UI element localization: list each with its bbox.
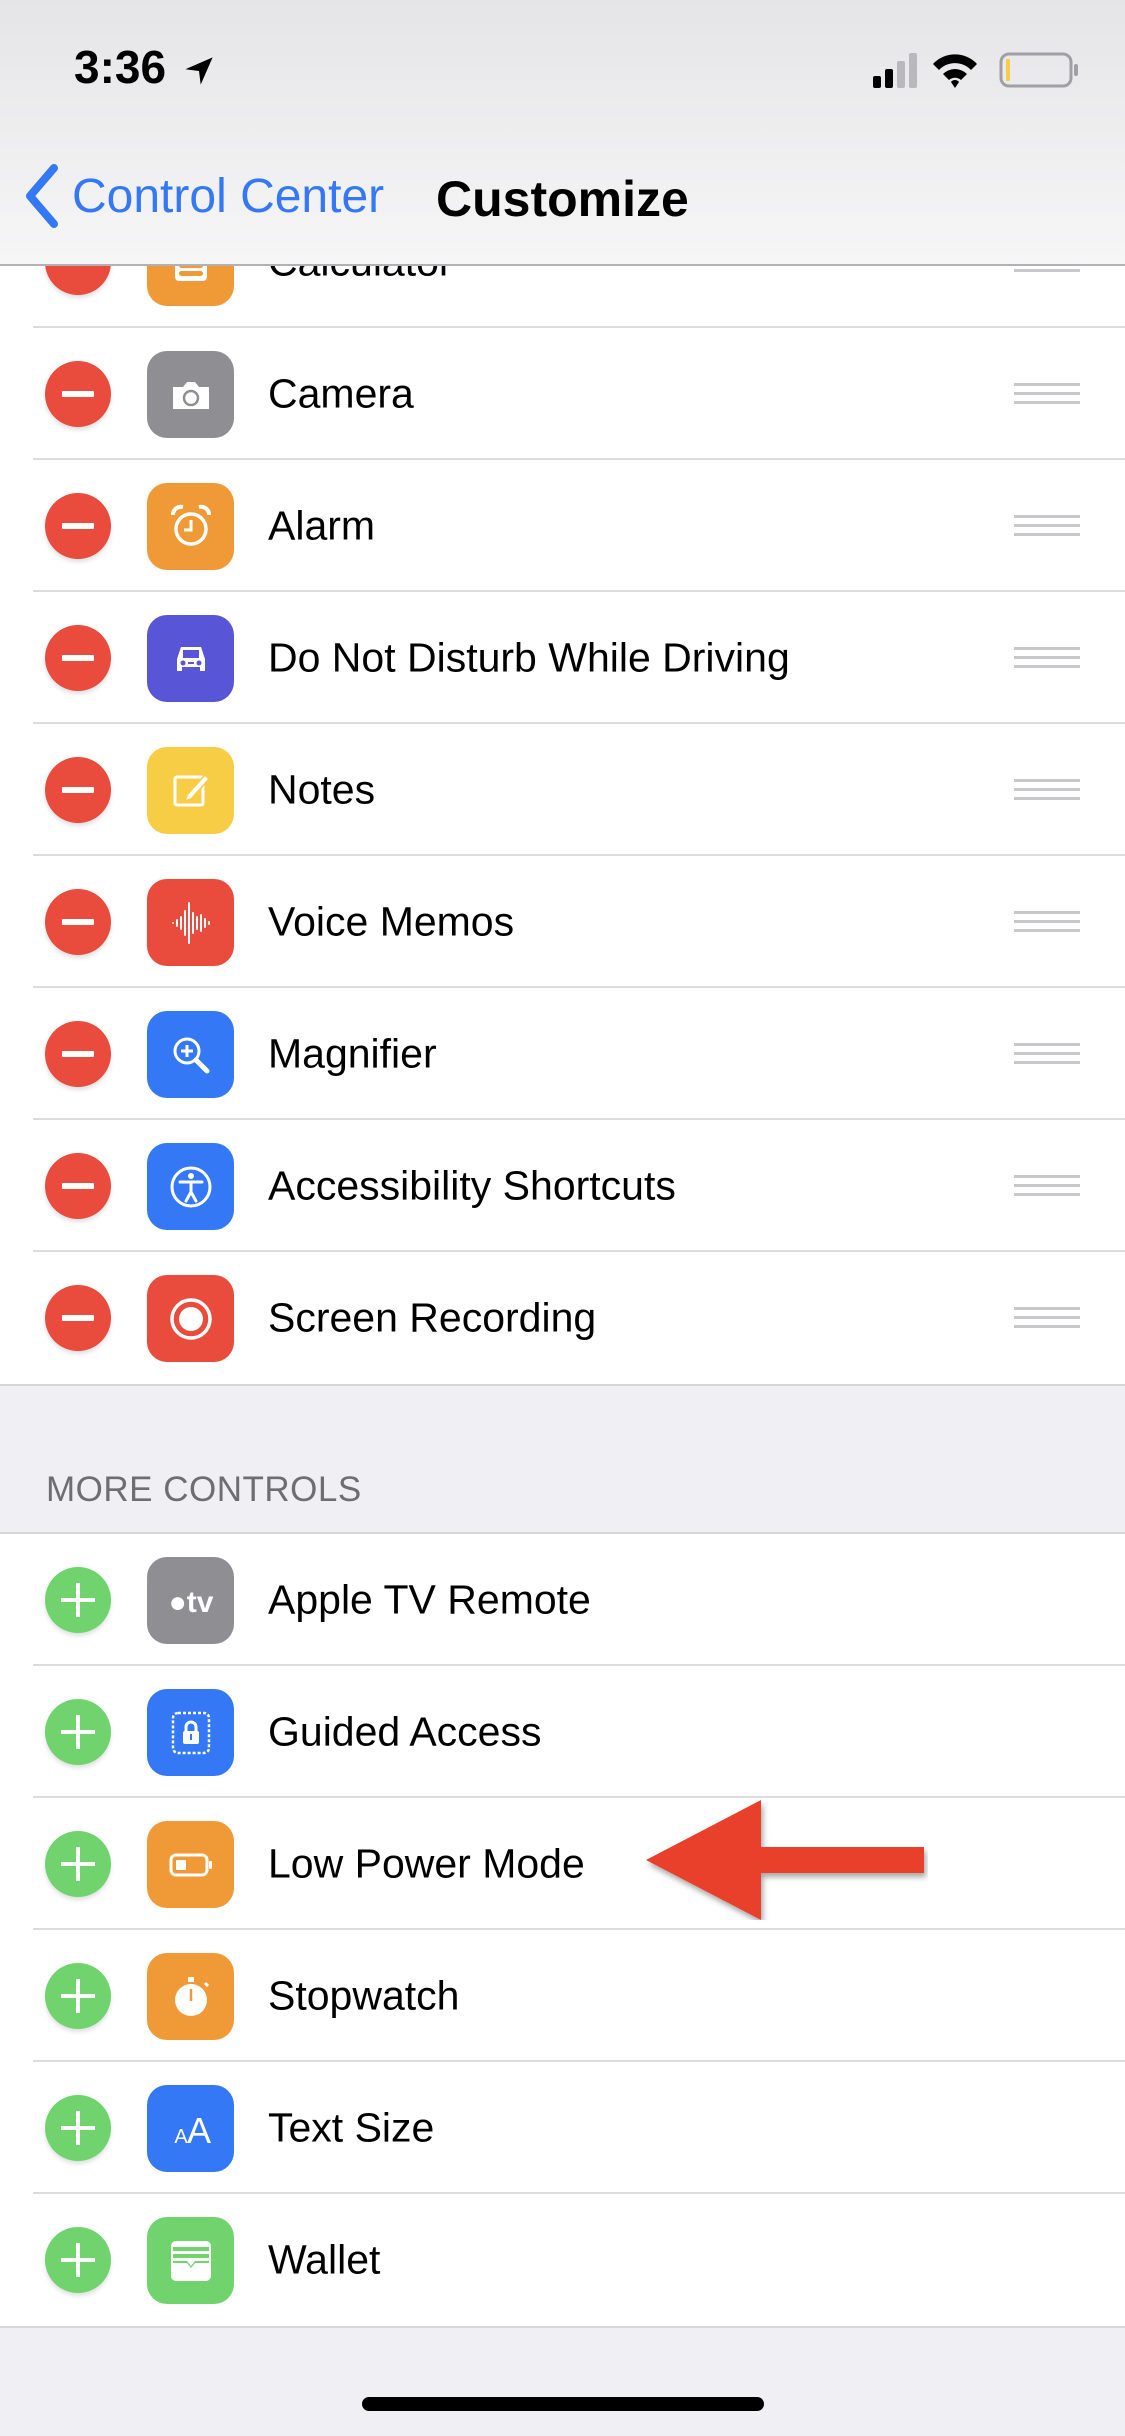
control-label: Accessibility Shortcuts bbox=[268, 1162, 676, 1209]
add-control-button[interactable] bbox=[45, 1831, 111, 1897]
home-indicator[interactable] bbox=[362, 2397, 764, 2411]
control-row: Accessibility Shortcuts bbox=[0, 1120, 1125, 1252]
remove-control-button[interactable] bbox=[45, 1021, 111, 1087]
control-label: Do Not Disturb While Driving bbox=[268, 634, 790, 681]
reorder-handle[interactable] bbox=[1014, 515, 1080, 537]
remove-control-button[interactable] bbox=[45, 757, 111, 823]
reorder-handle[interactable] bbox=[1014, 1307, 1080, 1329]
page-title: Customize bbox=[436, 171, 689, 227]
add-control-button[interactable] bbox=[45, 1963, 111, 2029]
control-label: Notes bbox=[268, 766, 376, 813]
reorder-handle[interactable] bbox=[1014, 647, 1080, 669]
reorder-handle[interactable] bbox=[1014, 1175, 1080, 1197]
control-row: Notes bbox=[0, 724, 1125, 856]
svg-text:A: A bbox=[186, 2110, 210, 2151]
control-row: ●tv Apple TV Remote bbox=[0, 1534, 1125, 1666]
add-control-button[interactable] bbox=[45, 2095, 111, 2161]
remove-control-button[interactable] bbox=[45, 889, 111, 955]
reorder-handle[interactable] bbox=[1014, 1043, 1080, 1065]
remove-control-button[interactable] bbox=[45, 625, 111, 691]
svg-text:●tv: ●tv bbox=[168, 1586, 213, 1619]
section-header-more-controls: MORE CONTROLS bbox=[46, 1470, 362, 1509]
more-controls-list: ●tv Apple TV Remote Guided Access Low Power… bbox=[0, 1532, 1125, 2328]
remove-control-button[interactable] bbox=[45, 1153, 111, 1219]
wifi-icon bbox=[933, 54, 977, 88]
remove-control-button[interactable] bbox=[45, 1285, 111, 1351]
control-label: Text Size bbox=[268, 2104, 435, 2151]
control-row: Do Not Disturb While Driving bbox=[0, 592, 1125, 724]
add-control-button[interactable] bbox=[45, 1567, 111, 1633]
location-arrow-icon bbox=[185, 57, 213, 85]
stopwatch-icon bbox=[147, 1953, 234, 2040]
control-label: Screen Recording bbox=[268, 1294, 597, 1341]
control-label: Magnifier bbox=[268, 1030, 437, 1077]
magnifier-icon bbox=[147, 1011, 234, 1098]
guided-access-lock-icon bbox=[147, 1689, 234, 1776]
car-icon bbox=[147, 615, 234, 702]
back-button[interactable]: Control Center bbox=[22, 164, 384, 228]
navigation-bar: 3:36 Control Center Customize bbox=[0, 0, 1125, 266]
add-control-button[interactable] bbox=[45, 1699, 111, 1765]
chevron-left-icon bbox=[26, 164, 58, 228]
remove-control-button[interactable] bbox=[45, 361, 111, 427]
control-row: Alarm bbox=[0, 460, 1125, 592]
reorder-handle[interactable] bbox=[1014, 383, 1080, 405]
reorder-handle[interactable] bbox=[1014, 779, 1080, 801]
accessibility-icon bbox=[147, 1143, 234, 1230]
add-control-button[interactable] bbox=[45, 2227, 111, 2293]
camera-icon bbox=[147, 351, 234, 438]
alarm-clock-icon bbox=[147, 483, 234, 570]
annotation-arrow bbox=[646, 1800, 924, 1920]
low-battery-icon bbox=[147, 1821, 234, 1908]
control-row: Wallet bbox=[0, 2194, 1125, 2326]
control-row: Guided Access bbox=[0, 1666, 1125, 1798]
control-label: Voice Memos bbox=[268, 898, 515, 945]
control-label: Low Power Mode bbox=[268, 1840, 585, 1887]
notes-icon bbox=[147, 747, 234, 834]
control-row: A A Text Size bbox=[0, 2062, 1125, 2194]
wallet-icon bbox=[147, 2217, 234, 2304]
control-row: Screen Recording bbox=[0, 1252, 1125, 1384]
battery-icon bbox=[999, 52, 1078, 88]
control-row: Camera bbox=[0, 328, 1125, 460]
status-icons bbox=[873, 52, 1078, 88]
waveform-icon bbox=[147, 879, 234, 966]
control-label: Stopwatch bbox=[268, 1972, 460, 2019]
cellular-signal-icon bbox=[873, 53, 917, 88]
control-label: Camera bbox=[268, 370, 414, 417]
control-row: Low Power Mode bbox=[0, 1798, 1125, 1930]
control-label: Alarm bbox=[268, 502, 376, 549]
control-row: Stopwatch bbox=[0, 1930, 1125, 2062]
apple-tv-icon: ●tv bbox=[147, 1557, 234, 1644]
status-time: 3:36 bbox=[74, 41, 167, 93]
control-row: Voice Memos bbox=[0, 856, 1125, 988]
included-controls-list: CalculatorCameraAlarmDo Not Disturb Whil… bbox=[0, 196, 1125, 1386]
back-label: Control Center bbox=[72, 169, 385, 223]
control-label: Apple TV Remote bbox=[268, 1576, 591, 1623]
record-icon bbox=[147, 1275, 234, 1362]
control-label: Guided Access bbox=[268, 1708, 542, 1755]
control-label: Wallet bbox=[268, 2236, 381, 2283]
remove-control-button[interactable] bbox=[45, 493, 111, 559]
reorder-handle[interactable] bbox=[1014, 911, 1080, 933]
text-size-icon: AA bbox=[147, 2085, 234, 2172]
control-row: Magnifier bbox=[0, 988, 1125, 1120]
